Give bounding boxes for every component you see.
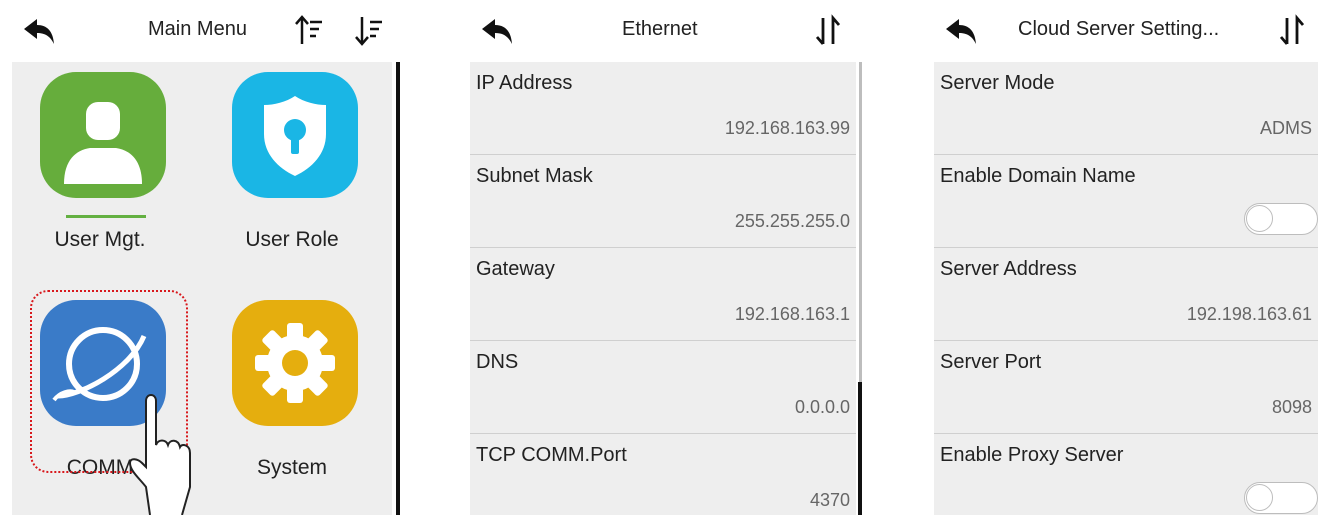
sort-ascending-icon[interactable] xyxy=(295,14,323,48)
menu-item-label: User Role xyxy=(245,228,339,251)
domain-name-toggle[interactable] xyxy=(1244,203,1318,235)
back-arrow-icon[interactable] xyxy=(22,16,58,48)
menu-item-label: User Mgt. xyxy=(54,228,146,251)
row-label: Server Port xyxy=(940,351,1042,373)
page-title: Cloud Server Setting... xyxy=(1018,18,1220,40)
page-title: Main Menu xyxy=(148,18,247,40)
scrollbar[interactable] xyxy=(396,62,400,515)
menu-item-user-role[interactable]: User Role xyxy=(204,62,380,272)
list-item-server-address[interactable]: Server Address 192.198.163.61 xyxy=(934,248,1318,341)
list-item-enable-domain-name[interactable]: Enable Domain Name xyxy=(934,155,1318,248)
back-arrow-icon[interactable] xyxy=(944,16,980,48)
row-value: 0.0.0.0 xyxy=(794,397,850,417)
row-label: Subnet Mask xyxy=(476,165,593,187)
cloud-settings-list: Server Mode ADMS Enable Domain Name Serv… xyxy=(934,62,1318,515)
ethernet-screen: Ethernet IP Address 192.168.163.99 Subne… xyxy=(470,0,862,515)
ethernet-header: Ethernet xyxy=(470,0,862,62)
row-value: 255.255.255.0 xyxy=(734,211,850,231)
list-item-enable-proxy-server[interactable]: Enable Proxy Server xyxy=(934,434,1318,515)
row-value: 192.168.163.99 xyxy=(724,118,850,138)
row-value: 192.198.163.61 xyxy=(1186,304,1312,324)
sort-descending-icon[interactable] xyxy=(355,14,383,48)
menu-grid: User Mgt. User Role COMM System xyxy=(12,62,392,515)
toggle-knob xyxy=(1246,205,1273,232)
scrollbar-track[interactable] xyxy=(859,62,862,382)
sort-toggle-icon[interactable] xyxy=(815,14,843,48)
row-label: Server Address xyxy=(940,258,1077,280)
page-title: Ethernet xyxy=(622,18,698,40)
selected-underline xyxy=(66,215,146,218)
list-item-gateway[interactable]: Gateway 192.168.163.1 xyxy=(470,248,856,341)
menu-item-user-mgt[interactable]: User Mgt. xyxy=(12,62,188,272)
row-label: DNS xyxy=(476,351,519,373)
list-item-tcp-comm-port[interactable]: TCP COMM.Port 4370 xyxy=(470,434,856,515)
row-label: Enable Domain Name xyxy=(940,165,1136,187)
ethernet-settings-list: IP Address 192.168.163.99 Subnet Mask 25… xyxy=(470,62,856,515)
toggle-knob xyxy=(1246,484,1273,511)
list-item-ip-address[interactable]: IP Address 192.168.163.99 xyxy=(470,62,856,155)
list-item-subnet-mask[interactable]: Subnet Mask 255.255.255.0 xyxy=(470,155,856,248)
shield-icon xyxy=(232,72,358,198)
user-icon xyxy=(40,72,166,198)
row-value: 4370 xyxy=(809,490,850,510)
back-arrow-icon[interactable] xyxy=(480,16,516,48)
row-label: IP Address xyxy=(476,72,573,94)
menu-item-label: System xyxy=(256,456,327,479)
list-item-dns[interactable]: DNS 0.0.0.0 xyxy=(470,341,856,434)
row-label: Enable Proxy Server xyxy=(940,444,1124,466)
list-item-server-port[interactable]: Server Port 8098 xyxy=(934,341,1318,434)
pointing-hand-icon xyxy=(128,394,191,515)
row-label: Gateway xyxy=(476,258,555,280)
sort-toggle-icon[interactable] xyxy=(1279,14,1307,48)
scrollbar-thumb[interactable] xyxy=(858,382,862,515)
gear-icon xyxy=(232,300,358,426)
menu-item-system[interactable]: System xyxy=(204,290,380,500)
cloud-server-screen: Cloud Server Setting... Server Mode ADMS… xyxy=(934,0,1318,515)
row-label: Server Mode xyxy=(940,72,1055,94)
row-value: 192.168.163.1 xyxy=(734,304,850,324)
row-value: ADMS xyxy=(1259,118,1312,138)
list-item-server-mode[interactable]: Server Mode ADMS xyxy=(934,62,1318,155)
row-value: 8098 xyxy=(1271,397,1312,417)
proxy-server-toggle[interactable] xyxy=(1244,482,1318,514)
main-menu-screen: Main Menu User Mgt. User Role COMM Syste… xyxy=(12,0,400,515)
cloud-header: Cloud Server Setting... xyxy=(934,0,1318,62)
main-menu-header: Main Menu xyxy=(12,0,400,62)
row-label: TCP COMM.Port xyxy=(476,444,627,466)
